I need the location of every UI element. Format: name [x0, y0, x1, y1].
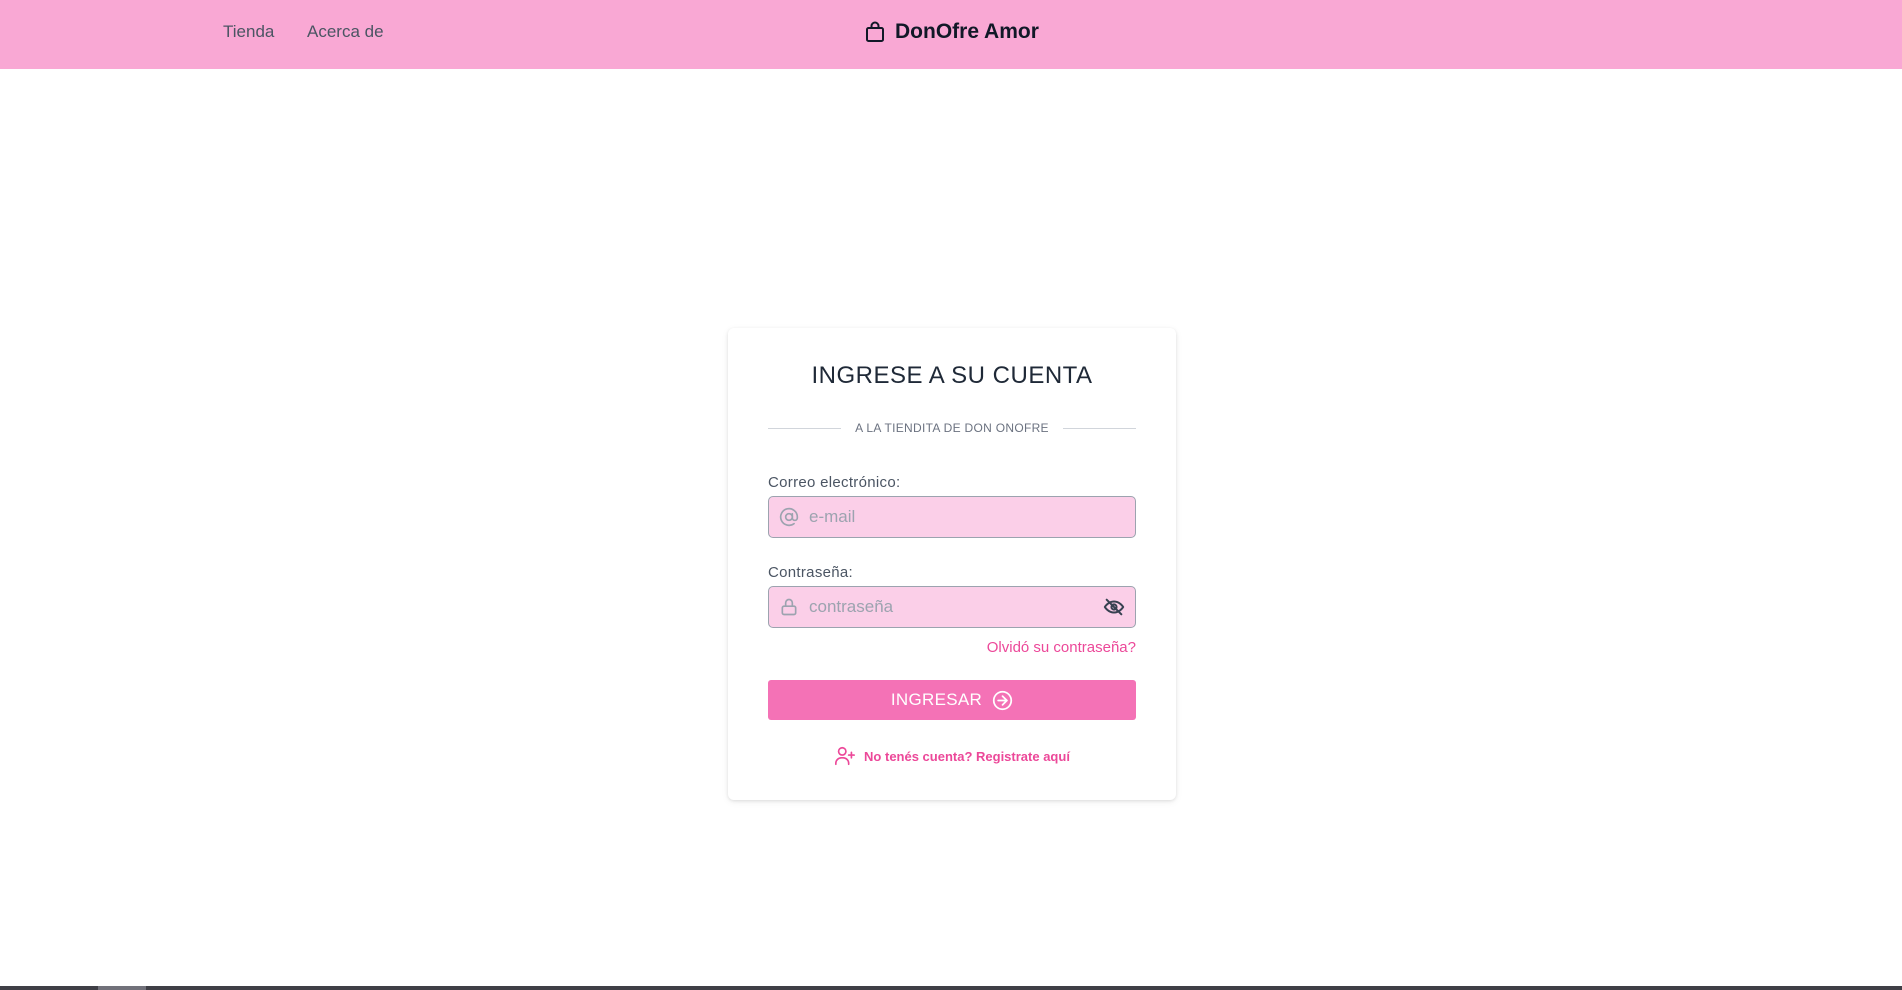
lock-icon [781, 598, 797, 616]
password-field-wrapper [768, 586, 1136, 628]
eye-off-icon[interactable] [1103, 596, 1125, 618]
forgot-password-link[interactable]: Olvidó su contraseña? [987, 639, 1136, 656]
shopping-bag-icon [866, 21, 884, 42]
at-sign-icon [779, 507, 799, 527]
login-submit-button[interactable]: INGRESAR [768, 680, 1136, 720]
top-navbar: Tienda Acerca de DonOfre Amor [0, 0, 1902, 69]
password-input[interactable] [809, 587, 1089, 627]
user-plus-icon [835, 746, 856, 766]
register-link-text: No tenés cuenta? Registrate aquí [864, 748, 1070, 764]
submit-button-label: INGRESAR [890, 690, 983, 709]
email-input[interactable] [809, 497, 1089, 537]
scrollbar-thumb[interactable] [98, 986, 146, 990]
login-subtitle: A LA TIENDITA DE DON ONOFRE [855, 421, 1049, 435]
email-label: Correo electrónico: [768, 474, 901, 491]
nav-link-tienda[interactable]: Tienda [223, 22, 274, 42]
password-label: Contraseña: [768, 564, 854, 581]
subtitle-divider: A LA TIENDITA DE DON ONOFRE [768, 421, 1137, 435]
brand-name: DonOfre Amor [895, 20, 1039, 43]
divider-line-right [1062, 427, 1137, 429]
brand-logo-link[interactable]: DonOfre Amor [865, 20, 1039, 44]
nav-link-acerca[interactable]: Acerca de [307, 22, 384, 42]
email-field-wrapper [768, 496, 1136, 538]
login-title: INGRESE A SU CUENTA [811, 362, 1093, 389]
arrow-right-circle-icon [992, 690, 1013, 710]
register-link[interactable]: No tenés cuenta? Registrate aquí [728, 745, 1176, 767]
divider-line-left [768, 427, 842, 429]
login-card: INGRESE A SU CUENTA A LA TIENDITA DE DON… [728, 328, 1176, 800]
horizontal-scrollbar[interactable] [0, 986, 1902, 990]
